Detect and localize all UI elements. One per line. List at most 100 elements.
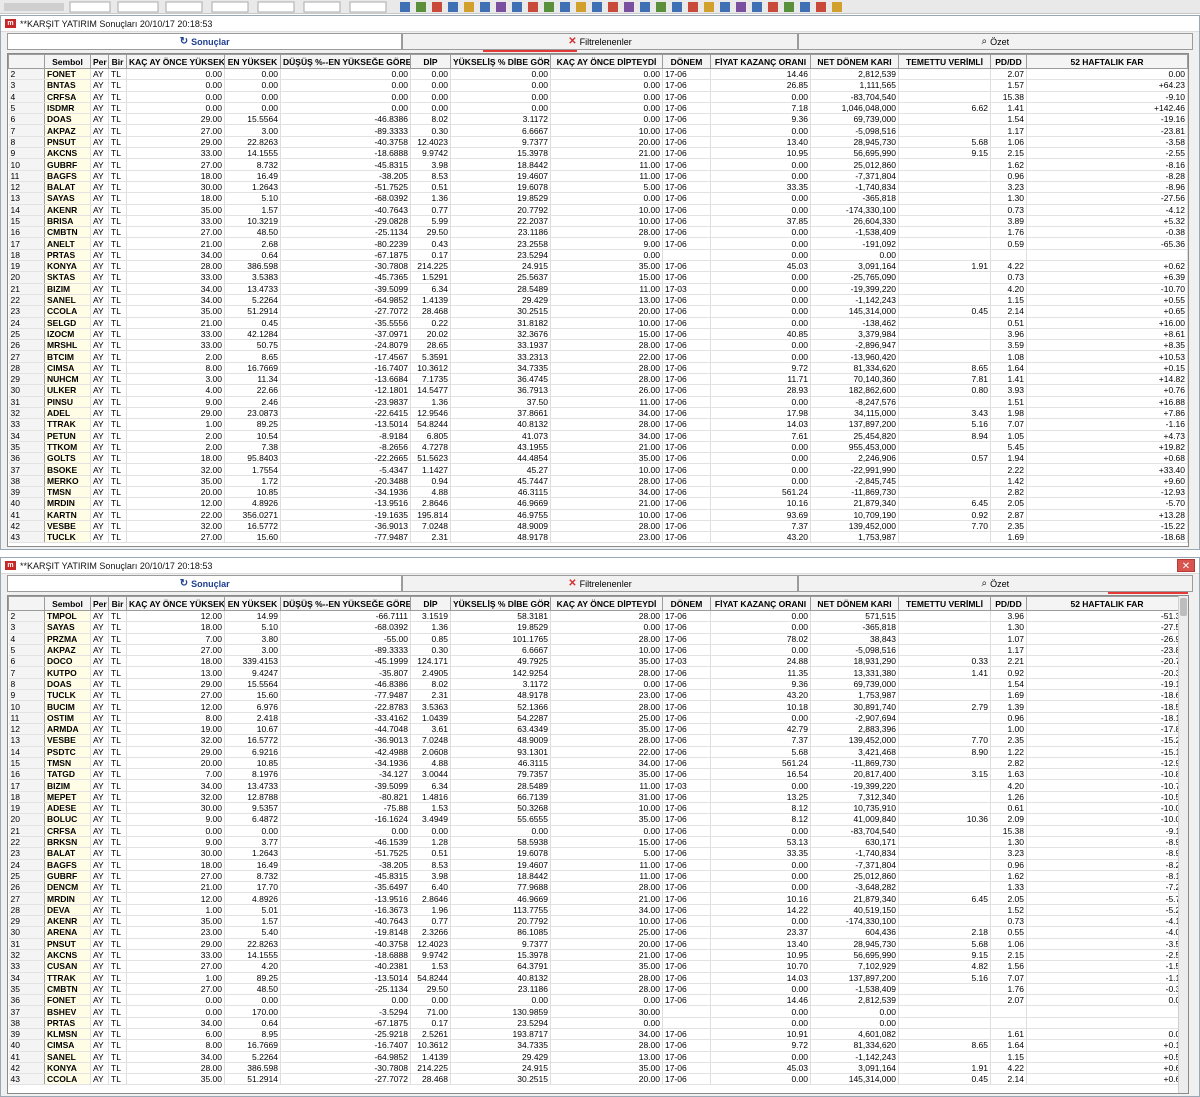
column-header-period-label[interactable]: DÖNEM: [662, 596, 711, 611]
table-row[interactable]: 7 KUTPO AY TL 13.00 9.4247 -35.807 2.4905 142.92…: [8, 666, 1188, 679]
column-header-drop-from-high-pct[interactable]: DÜŞÜŞ %--EN YÜKSEĞE GÖRE: [280, 596, 411, 611]
toolbar-icon[interactable]: [640, 2, 650, 12]
column-header-period[interactable]: Per: [90, 596, 109, 611]
tab-filtrelenenler[interactable]: ✕ Filtrelenenler: [402, 575, 798, 592]
toolbar-field[interactable]: [211, 1, 249, 13]
column-header-symbol[interactable]: Sembol: [44, 596, 91, 611]
table-row[interactable]: 43 TUCLK AY TL 27.00 15.60 -77.9487 2.31 48.9178…: [8, 531, 1188, 544]
table-row[interactable]: 15 TMSN AY TL 20.00 10.85 -34.1936 4.88 46.3115 3…: [8, 757, 1188, 770]
toolbar-field[interactable]: [349, 1, 387, 13]
table-row[interactable]: 18 MEPET AY TL 32.00 12.8788 -80.821 1.4816 66.7…: [8, 791, 1188, 804]
table-row[interactable]: 5 AKPAZ AY TL 27.00 3.00 -89.3333 0.30 6.6667 10.…: [8, 644, 1188, 657]
column-header-low[interactable]: DİP: [410, 596, 451, 611]
table-row[interactable]: 31 PINSU AY TL 9.00 2.46 -23.9837 1.36 37.50 11.0…: [8, 396, 1188, 408]
table-row[interactable]: 6 DOCO AY TL 18.00 339.4153 -45.1999 124.171 49.…: [8, 655, 1188, 668]
toolbar-icon[interactable]: [624, 2, 634, 12]
toolbar-icon[interactable]: [400, 2, 410, 12]
table-row[interactable]: 26 MRSHL AY TL 33.00 50.75 -24.8079 28.65 33.193…: [8, 339, 1188, 352]
table-row[interactable]: 31 PNSUT AY TL 29.00 22.8263 -40.3758 12.4023 9.…: [8, 938, 1188, 950]
table-row[interactable]: 14 AKENR AY TL 35.00 1.57 -40.7643 0.77 20.7792 1…: [8, 204, 1188, 216]
table-row[interactable]: 25 GUBRF AY TL 27.00 8.732 -45.8315 3.98 18.8442…: [8, 870, 1188, 883]
table-row[interactable]: 29 NUHCM AY TL 3.00 11.34 -13.6684 7.1735 36.474…: [8, 373, 1188, 386]
toolbar-icon[interactable]: [752, 2, 762, 12]
toolbar-icon[interactable]: [688, 2, 698, 12]
table-row[interactable]: 15 BRISA AY TL 33.00 10.3219 -29.0828 5.99 22.20…: [8, 215, 1188, 228]
close-button[interactable]: ✕: [1177, 559, 1195, 572]
table-row[interactable]: 10 GUBRF AY TL 27.00 8.732 -45.8315 3.98 18.8442…: [8, 158, 1188, 171]
table-row[interactable]: 29 AKENR AY TL 35.00 1.57 -40.7643 0.77 20.7792 1…: [8, 915, 1188, 928]
toolbar-field[interactable]: [117, 1, 159, 13]
column-header-row-index[interactable]: [8, 54, 45, 69]
table-row[interactable]: 19 KONYA AY TL 28.00 386.598 -30.7808 214.225 24…: [8, 260, 1188, 273]
table-row[interactable]: 27 BTCIM AY TL 2.00 8.65 -17.4567 5.3591 33.2313…: [8, 350, 1188, 363]
toolbar-field[interactable]: [257, 1, 295, 13]
table-row[interactable]: 25 IZOCM AY TL 33.00 42.1284 -37.0971 20.02 32.3…: [8, 328, 1188, 341]
table-row[interactable]: 23 CCOLA AY TL 35.00 51.2914 -27.7072 28.468 30.…: [8, 305, 1188, 318]
table-row[interactable]: 30 ARENA AY TL 23.00 5.40 -19.8148 2.3266 86.108…: [8, 926, 1188, 939]
table-row[interactable]: 22 BRKSN AY TL 9.00 3.77 -46.1539 1.28 58.5938 15…: [8, 836, 1188, 849]
toolbar-icon[interactable]: [480, 2, 490, 12]
toolbar-icon[interactable]: [672, 2, 682, 12]
table-row[interactable]: 4 CRFSA AY TL 0.00 0.00 0.00 0.00 0.00 0.00 17-06 0…: [8, 91, 1188, 103]
toolbar-icon[interactable]: [784, 2, 794, 12]
column-header-pe-ratio[interactable]: FİYAT KAZANÇ ORANI: [710, 54, 811, 69]
toolbar-icon[interactable]: [816, 2, 826, 12]
table-row[interactable]: 39 KLMSN AY TL 6.00 8.95 -25.9218 2.5261 193.871…: [8, 1028, 1188, 1041]
table-row[interactable]: 6 DOAS AY TL 29.00 15.5564 -46.8386 8.02 3.1172 0…: [8, 113, 1188, 126]
table-row[interactable]: 16 CMBTN AY TL 27.00 48.50 -25.1134 29.50 23.118…: [8, 226, 1188, 239]
table-row[interactable]: 4 PRZMA AY TL 7.00 3.80 -55.00 0.85 101.1765 28.0…: [8, 633, 1188, 645]
scrollbar-thumb[interactable]: [1180, 598, 1187, 616]
tab-sonuclar[interactable]: ↻ Sonuçlar: [7, 575, 403, 592]
table-row[interactable]: 28 DEVA AY TL 1.00 5.01 -16.3673 1.96 113.7755 34…: [8, 904, 1188, 917]
table-row[interactable]: 17 ANELT AY TL 21.00 2.68 -80.2239 0.43 23.2558 9…: [8, 237, 1188, 250]
table-row[interactable]: 36 FONET AY TL 0.00 0.00 0.00 0.00 0.00 0.00 17-06…: [8, 994, 1188, 1007]
table-row[interactable]: 22 SANEL AY TL 34.00 5.2264 -64.9852 1.4139 29.4…: [8, 294, 1188, 307]
table-row[interactable]: 11 OSTIM AY TL 8.00 2.418 -33.4162 1.0439 54.228…: [8, 712, 1188, 724]
table-row[interactable]: 19 ADESE AY TL 30.00 9.5357 -75.88 1.53 50.3268 1…: [8, 802, 1188, 815]
table-row[interactable]: 30 ULKER AY TL 4.00 22.66 -12.1801 14.5477 36.79…: [8, 384, 1188, 397]
table-row[interactable]: 16 TATGD AY TL 7.00 8.1976 -34.127 3.0044 79.735…: [8, 768, 1188, 781]
table-row[interactable]: 33 TTRAK AY TL 1.00 89.25 -13.5014 54.8244 40.81…: [8, 418, 1188, 431]
column-header-pb-ratio[interactable]: PD/DD: [990, 596, 1027, 611]
table-row[interactable]: 5 ISDMR AY TL 0.00 0.00 0.00 0.00 0.00 0.00 17-06 7…: [8, 102, 1188, 115]
table-row[interactable]: 43 CCOLA AY TL 35.00 51.2914 -27.7072 28.468 30.…: [8, 1073, 1188, 1086]
table-row[interactable]: 9 AKCNS AY TL 33.00 14.1555 -18.6888 9.9742 15.3…: [8, 147, 1188, 160]
toolbar-icon[interactable]: [736, 2, 746, 12]
table-row[interactable]: 37 BSHEV AY TL 0.00 170.00 -3.5294 71.00 130.985…: [8, 1005, 1188, 1018]
column-header-row-index[interactable]: [8, 596, 45, 611]
table-row[interactable]: 41 KARTN AY TL 22.00 356.0271 -19.1635 195.814 4…: [8, 509, 1188, 521]
toolbar-icon[interactable]: [608, 2, 618, 12]
table-row[interactable]: 35 CMBTN AY TL 27.00 48.50 -25.1134 29.50 23.118…: [8, 983, 1188, 996]
table-row[interactable]: 42 VESBE AY TL 32.00 16.5772 -36.9013 7.0248 48.…: [8, 520, 1188, 533]
toolbar-icon[interactable]: [528, 2, 538, 12]
toolbar-icon[interactable]: [832, 2, 842, 12]
column-header-dividend-yield[interactable]: TEMETTU VERİMLİ: [898, 54, 991, 69]
column-header-months-since-low[interactable]: KAÇ AY ÖNCE DİPTEYDİ: [550, 54, 663, 69]
toolbar-icon[interactable]: [720, 2, 730, 12]
column-header-highest[interactable]: EN YÜKSEK: [224, 54, 281, 69]
toolbar-icon[interactable]: [496, 2, 506, 12]
table-row[interactable]: 35 TTKOM AY TL 2.00 7.38 -8.2656 4.7278 43.1955 2…: [8, 441, 1188, 454]
toolbar-icon[interactable]: [544, 2, 554, 12]
table-row[interactable]: 39 TMSN AY TL 20.00 10.85 -34.1936 4.88 46.3115 3…: [8, 486, 1188, 499]
column-header-currency[interactable]: Bir: [108, 596, 127, 611]
table-row[interactable]: 20 SKTAS AY TL 33.00 3.5383 -45.7365 1.5291 25.5…: [8, 271, 1188, 284]
column-header-period-label[interactable]: DÖNEM: [662, 54, 711, 69]
table-row[interactable]: 28 CIMSA AY TL 8.00 16.7669 -16.7407 10.3612 34.…: [8, 362, 1188, 375]
toolbar-icon[interactable]: [512, 2, 522, 12]
table-row[interactable]: 40 MRDIN AY TL 12.00 4.8926 -13.9516 2.8646 46.9…: [8, 497, 1188, 510]
column-header-week52-diff[interactable]: 52 HAFTALIK FAR: [1026, 596, 1188, 611]
column-header-pb-ratio[interactable]: PD/DD: [990, 54, 1027, 69]
table-row[interactable]: 12 BALAT AY TL 30.00 1.2643 -51.7525 0.51 19.607…: [8, 181, 1188, 194]
toolbar-field[interactable]: [69, 1, 111, 13]
table-row[interactable]: 42 KONYA AY TL 28.00 386.598 -30.7808 214.225 24…: [8, 1062, 1188, 1075]
toolbar-icon[interactable]: [768, 2, 778, 12]
table-row[interactable]: 34 PETUN AY TL 2.00 10.54 -8.9184 6.805 41.073 34…: [8, 430, 1188, 442]
toolbar-icon[interactable]: [432, 2, 442, 12]
toolbar-icon[interactable]: [800, 2, 810, 12]
column-header-period[interactable]: Per: [90, 54, 109, 69]
table-row[interactable]: 36 GOLTS AY TL 18.00 95.8403 -22.2665 51.5623 44…: [8, 452, 1188, 465]
table-row[interactable]: 8 DOAS AY TL 29.00 15.5564 -46.8386 8.02 3.1172 0…: [8, 678, 1188, 691]
table-row[interactable]: 32 AKCNS AY TL 33.00 14.1555 -18.6888 9.9742 15.…: [8, 949, 1188, 962]
column-header-low[interactable]: DİP: [410, 54, 451, 69]
